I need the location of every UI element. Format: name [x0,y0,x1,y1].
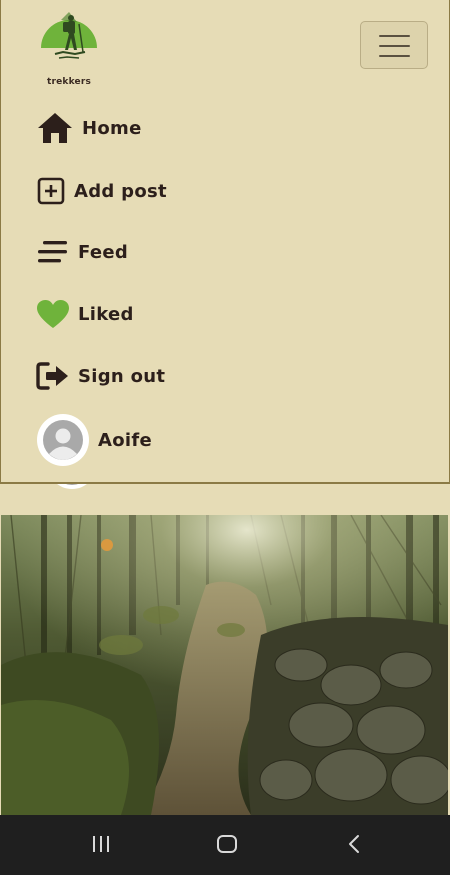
nav-item-feed[interactable]: Feed [36,232,128,272]
nav-item-label: Add post [74,180,167,202]
add-post-icon [36,177,66,205]
nav-item-liked[interactable]: Liked [36,294,134,334]
nav-item-sign-out[interactable]: Sign out [36,356,165,396]
nav-item-profile[interactable]: Aoife [37,413,152,467]
post-image[interactable] [1,515,448,815]
nav-item-label: Home [82,117,142,139]
nav-item-label: Sign out [78,365,166,387]
back-icon[interactable] [344,833,366,859]
heart-icon [36,299,70,329]
hamburger-icon [379,35,410,37]
nav-item-home[interactable]: Home [36,108,142,148]
page: trekkers Home Add post Feed Liked Sign o… [0,0,450,875]
sign-out-icon [36,361,70,391]
system-navigation-bar [0,815,450,875]
avatar [37,414,89,466]
nav-item-label: Liked [78,303,134,325]
recents-icon[interactable] [90,833,112,859]
feed-icon [36,239,70,265]
brand-name: trekkers [46,77,92,87]
home-circle-icon[interactable] [216,833,238,859]
hamburger-icon-bar [379,45,410,47]
hamburger-icon-bar [379,55,410,57]
hiker-logo-icon [41,12,97,59]
nav-item-label: Feed [78,241,129,263]
home-icon [36,111,74,145]
profile-name: Aoife [98,429,153,451]
nav-item-add-post[interactable]: Add post [36,171,167,211]
navbar-toggle-button[interactable] [360,21,428,69]
brand-logo[interactable]: trekkers [39,10,99,90]
forest-path-image [1,515,448,815]
navbar: trekkers Home Add post Feed Liked Sign o… [0,0,450,484]
